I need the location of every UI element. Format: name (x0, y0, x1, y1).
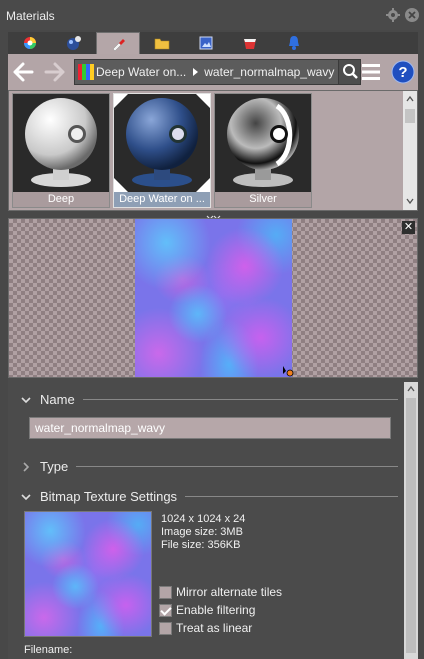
breadcrumb-item-texture[interactable]: water_normalmap_wavy (204, 65, 334, 79)
menu-icon[interactable] (360, 61, 382, 83)
breadcrumb-item-material[interactable]: Deep Water on... (96, 65, 186, 79)
spheres-icon (67, 36, 81, 50)
panel-splitter[interactable] (8, 211, 418, 220)
material-label: Deep Water on ... (114, 192, 210, 207)
svg-text:?: ? (398, 64, 407, 81)
checkbox-label: Mirror alternate tiles (176, 585, 283, 599)
tab-edit[interactable] (96, 32, 140, 54)
help-icon[interactable]: ? (391, 60, 415, 84)
properties-scrollbar[interactable] (404, 382, 418, 659)
material-swatch-deep-water[interactable]: Deep Water on ... (113, 93, 211, 208)
name-field[interactable]: water_normalmap_wavy (29, 417, 391, 439)
material-swatch-deep[interactable]: Deep (12, 93, 110, 208)
material-label: Deep (13, 192, 109, 207)
section-type[interactable]: Type (20, 459, 398, 474)
bitmap-info: 1024 x 1024 x 24 Image size: 3MB File si… (161, 513, 245, 552)
bitmap-dimensions: 1024 x 1024 x 24 (161, 513, 246, 525)
silver-sphere-preview (215, 94, 311, 192)
properties-panel: Name water_normalmap_wavy Type Bitmap Te… (8, 378, 418, 659)
layers-icon (244, 39, 256, 49)
material-library: Deep Deep Water on ... Silver (8, 90, 418, 211)
material-thumbnail-icon (78, 64, 94, 80)
divider (82, 399, 398, 400)
enable-filtering-checkbox[interactable] (159, 603, 172, 617)
tab-colors[interactable] (8, 32, 52, 54)
filename-label: Filename: (24, 644, 73, 656)
image-icon (199, 36, 213, 50)
close-icon[interactable] (405, 8, 419, 22)
gear-icon[interactable] (386, 8, 400, 22)
pointer-cursor-icon (283, 366, 294, 377)
panel-title: Materials (6, 9, 55, 23)
color-wheel-icon (24, 37, 36, 49)
section-title: Name (40, 392, 75, 407)
paint-brush-icon (112, 38, 125, 51)
white-sphere-preview (13, 94, 109, 192)
section-name[interactable]: Name (20, 392, 398, 407)
back-arrow-icon[interactable] (12, 61, 34, 83)
water-sphere-preview (114, 94, 210, 192)
bitmap-image-size: Image size: 3MB (161, 526, 243, 538)
section-title: Bitmap Texture Settings (40, 489, 178, 504)
tab-layers[interactable] (228, 32, 272, 54)
folder-icon (154, 38, 170, 50)
bitmap-thumbnail[interactable] (24, 511, 152, 637)
divider (185, 496, 398, 497)
treat-linear-option[interactable]: Treat as linear (159, 621, 252, 635)
section-bitmap-texture[interactable]: Bitmap Texture Settings (20, 489, 398, 504)
navigation-toolbar: Deep Water on... water_normalmap_wavy ? (8, 54, 418, 90)
search-icon (343, 64, 358, 79)
chevron-right-icon (23, 461, 30, 472)
breadcrumb-separator-icon (193, 68, 199, 76)
bitmap-file-size: File size: 356KB (161, 539, 241, 551)
material-label: Silver (215, 192, 311, 207)
tab-materials-spheres[interactable] (52, 32, 96, 54)
checkbox-label: Treat as linear (176, 621, 253, 635)
treat-linear-checkbox[interactable] (159, 621, 172, 635)
breadcrumb: Deep Water on... water_normalmap_wavy (74, 59, 361, 85)
category-tabs (8, 32, 418, 54)
chevron-down-icon (21, 396, 31, 403)
bell-icon (289, 36, 299, 50)
chevron-down-icon (21, 493, 31, 500)
tab-folders[interactable] (140, 32, 184, 54)
texture-preview: ✕ (8, 218, 418, 378)
close-preview-button[interactable]: ✕ (402, 221, 415, 234)
mirror-tiles-checkbox[interactable] (159, 585, 172, 599)
normal-map-preview (135, 219, 292, 377)
forward-arrow-icon[interactable] (44, 61, 66, 83)
divider (76, 466, 398, 467)
material-swatch-silver[interactable]: Silver (214, 93, 312, 208)
library-scrollbar[interactable] (403, 91, 417, 210)
tab-notifications[interactable] (272, 32, 316, 54)
tab-texture[interactable] (184, 32, 228, 54)
search-button[interactable] (338, 60, 360, 84)
checkbox-label: Enable filtering (176, 603, 256, 617)
mirror-tiles-option[interactable]: Mirror alternate tiles (159, 585, 282, 599)
section-title: Type (40, 459, 69, 474)
enable-filtering-option[interactable]: Enable filtering (159, 603, 255, 617)
panel-titlebar: Materials (0, 0, 424, 30)
